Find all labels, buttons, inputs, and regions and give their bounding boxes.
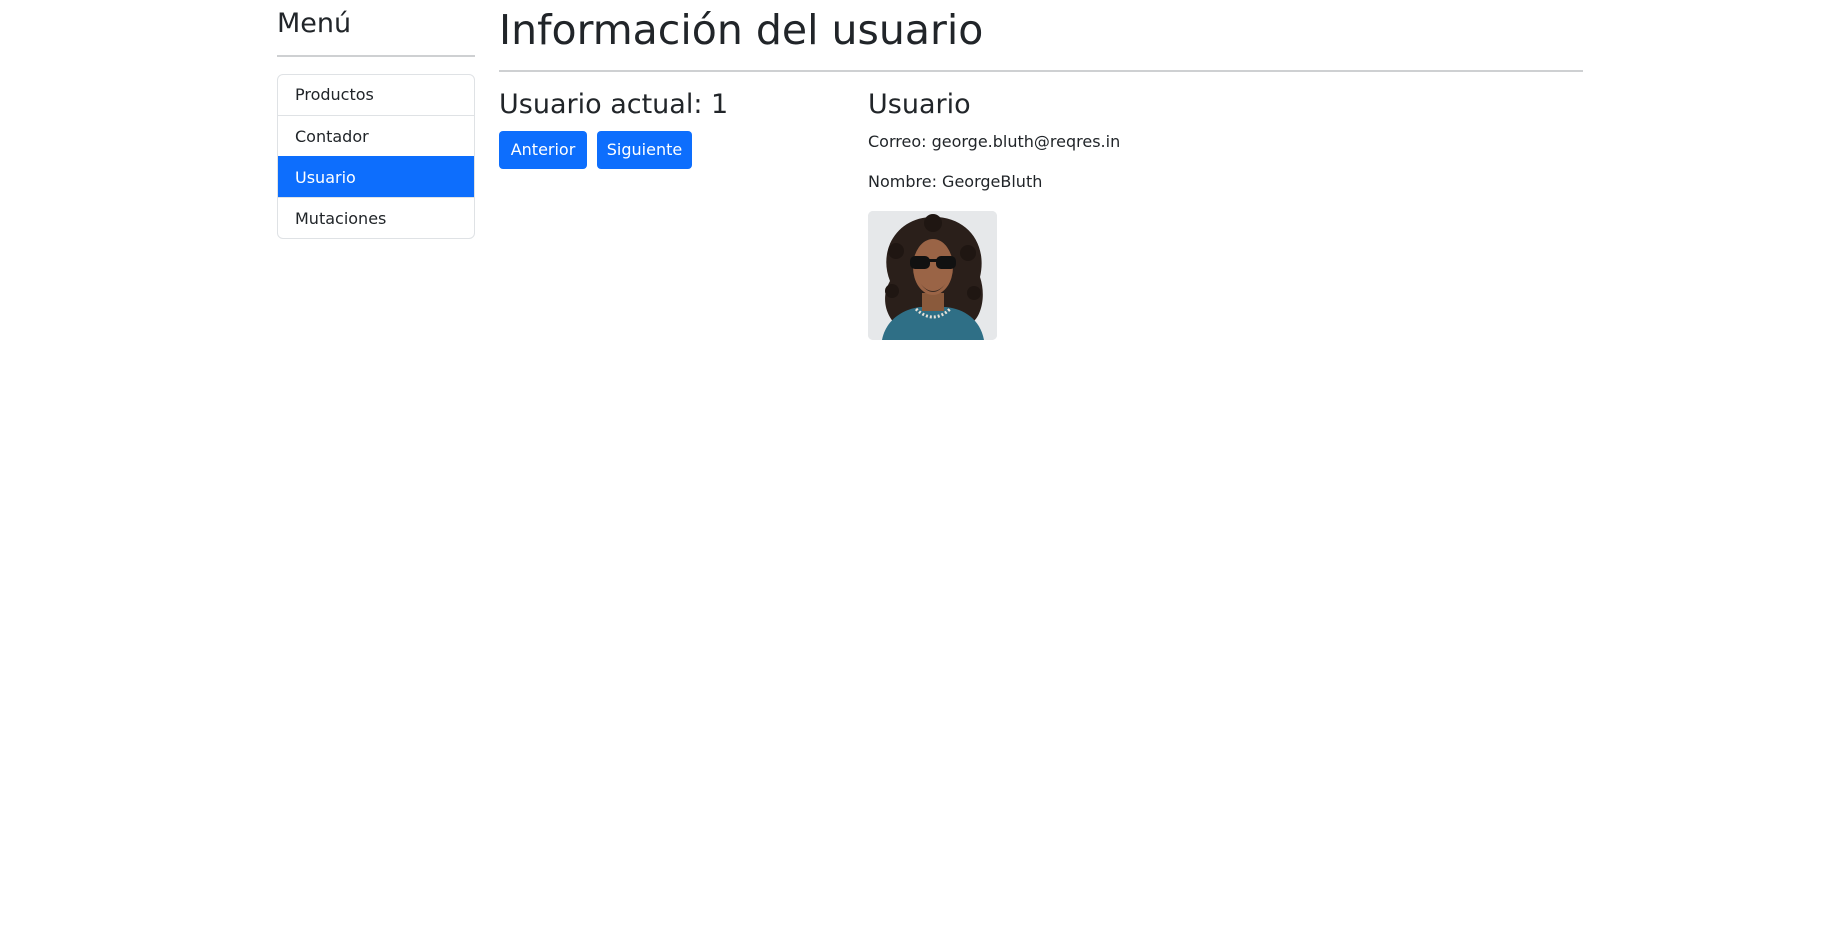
current-user-label: Usuario actual: 1 (499, 89, 729, 120)
next-button[interactable]: Siguiente (597, 131, 692, 169)
previous-button[interactable]: Anterior (499, 131, 587, 169)
sidebar-item-productos[interactable]: Productos (278, 75, 474, 115)
avatar-portrait-icon (868, 211, 997, 340)
sidebar-item-mutaciones[interactable]: Mutaciones (278, 197, 474, 238)
user-heading: Usuario (868, 89, 971, 120)
sidebar-divider (277, 55, 475, 57)
user-card: Usuario Correo: george.bluth@reqres.in N… (868, 88, 1268, 340)
sidebar-item-usuario[interactable]: Usuario (278, 156, 474, 197)
user-name: Nombre: GeorgeBluth (868, 172, 1043, 191)
sidebar-item-contador[interactable]: Contador (278, 115, 474, 156)
sidebar-title: Menú (277, 8, 352, 39)
user-email: Correo: george.bluth@reqres.in (868, 132, 1121, 151)
sidebar-menu: Productos Contador Usuario Mutaciones (277, 74, 475, 239)
title-divider (499, 70, 1583, 72)
user-avatar (868, 211, 997, 340)
page-title: Información del usuario (499, 6, 984, 54)
page-container: Menú Productos Contador Usuario Mutacion… (277, 0, 1583, 941)
